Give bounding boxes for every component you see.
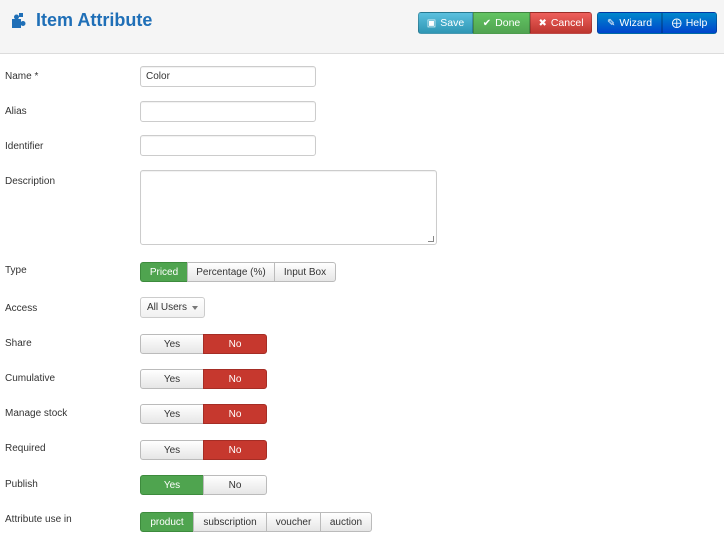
check-icon: ✔ <box>482 17 492 29</box>
cumulative-no-button[interactable]: No <box>203 369 267 389</box>
wizard-button[interactable]: ✎ Wizard <box>597 12 662 34</box>
page-title: Item Attribute <box>36 10 153 30</box>
required-label: Required <box>5 443 46 454</box>
attribute-use-in-toggle-group: product subscription voucher auction <box>140 512 372 532</box>
access-select[interactable]: All Users <box>140 297 205 318</box>
required-yes-button[interactable]: Yes <box>140 440 204 460</box>
resize-handle-icon[interactable] <box>428 236 434 242</box>
required-no-button[interactable]: No <box>203 440 267 460</box>
page-header: Item Attribute ▣ Save ✔ Done ✖ Cancel ✎ … <box>0 0 724 54</box>
done-button[interactable]: ✔ Done <box>473 12 530 34</box>
manage-stock-toggle: Yes No <box>140 404 267 424</box>
description-textarea[interactable] <box>140 170 437 245</box>
type-option-input-box[interactable]: Input Box <box>274 262 336 282</box>
cumulative-yes-button[interactable]: Yes <box>140 369 204 389</box>
cancel-button[interactable]: ✖ Cancel <box>530 12 592 34</box>
share-no-button[interactable]: No <box>203 334 267 354</box>
cumulative-toggle: Yes No <box>140 369 267 389</box>
alias-label: Alias <box>5 106 27 117</box>
use-in-option-product[interactable]: product <box>140 512 194 532</box>
title-wrap: Item Attribute <box>10 10 152 31</box>
publish-toggle: Yes No <box>140 475 267 495</box>
use-in-option-voucher[interactable]: voucher <box>266 512 321 532</box>
type-option-percentage[interactable]: Percentage (%) <box>187 262 275 282</box>
identifier-field[interactable] <box>140 135 316 156</box>
floppy-icon: ▣ <box>426 17 437 29</box>
publish-yes-button[interactable]: Yes <box>140 475 204 495</box>
use-in-option-subscription[interactable]: subscription <box>193 512 267 532</box>
publish-label: Publish <box>5 479 38 490</box>
access-selected-value: All Users <box>147 302 188 313</box>
share-toggle: Yes No <box>140 334 267 354</box>
help-button[interactable]: ⨁ Help <box>662 12 717 34</box>
manage-stock-no-button[interactable]: No <box>203 404 267 424</box>
use-in-option-auction[interactable]: auction <box>320 512 372 532</box>
required-toggle: Yes No <box>140 440 267 460</box>
attribute-use-in-label: Attribute use in <box>5 514 72 525</box>
type-label: Type <box>5 265 27 276</box>
type-option-priced[interactable]: Priced <box>140 262 188 282</box>
lifebuoy-icon: ⨁ <box>671 17 682 29</box>
name-field[interactable] <box>140 66 316 87</box>
access-label: Access <box>5 303 38 314</box>
close-icon: ✖ <box>538 17 547 29</box>
secondary-toolbar: ✎ Wizard ⨁ Help <box>597 12 717 34</box>
cumulative-label: Cumulative <box>5 373 56 384</box>
share-label: Share <box>5 338 32 349</box>
description-label: Description <box>5 176 56 187</box>
wand-icon: ✎ <box>606 17 616 29</box>
manage-stock-label: Manage stock <box>5 408 68 419</box>
type-toggle-group: Priced Percentage (%) Input Box <box>140 262 336 282</box>
primary-toolbar: ▣ Save ✔ Done ✖ Cancel <box>418 12 592 34</box>
chevron-down-icon <box>192 306 198 310</box>
alias-field[interactable] <box>140 101 316 122</box>
name-label: Name * <box>5 71 39 82</box>
publish-no-button[interactable]: No <box>203 475 267 495</box>
share-yes-button[interactable]: Yes <box>140 334 204 354</box>
manage-stock-yes-button[interactable]: Yes <box>140 404 204 424</box>
identifier-label: Identifier <box>5 141 44 152</box>
puzzle-icon <box>12 12 26 28</box>
save-button[interactable]: ▣ Save <box>418 12 473 34</box>
